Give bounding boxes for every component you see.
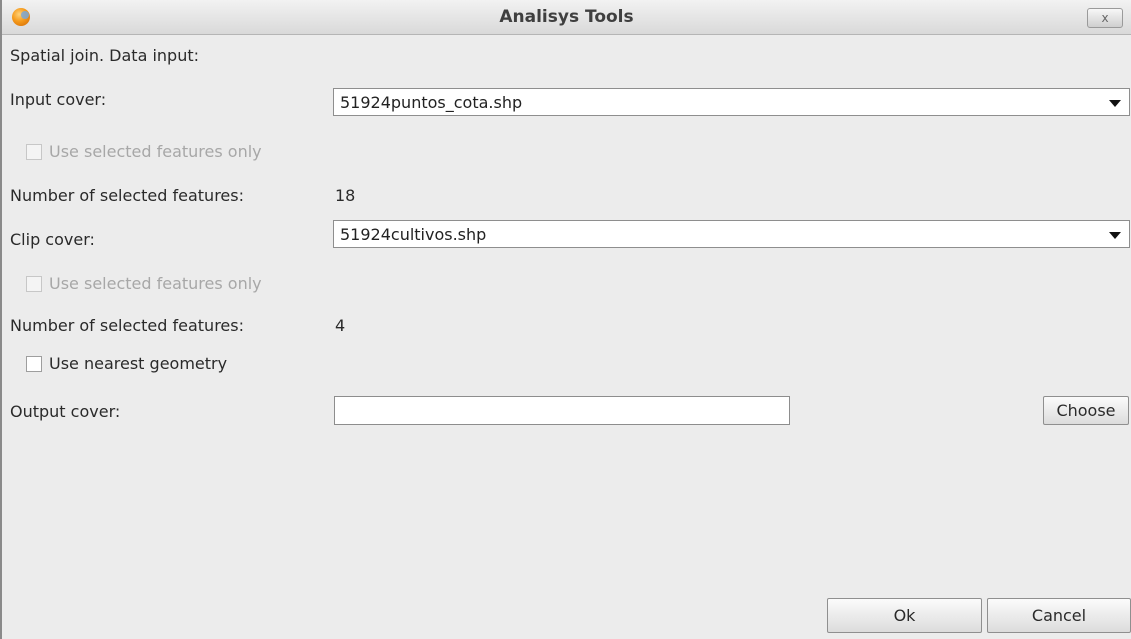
use-nearest-geometry-label: Use nearest geometry [49,354,228,373]
clip-selected-count-value: 4 [335,316,346,335]
dialog-content: Spatial join. Data input: Input cover: 5… [2,34,1131,639]
cancel-button[interactable]: Cancel [987,598,1131,633]
input-use-selected-checkbox[interactable] [26,144,42,160]
output-cover-label: Output cover: [10,402,121,421]
window-title: Analisys Tools [499,7,634,27]
use-nearest-geometry-checkbox[interactable] [26,356,42,372]
form-heading: Spatial join. Data input: [10,46,199,65]
analysis-tools-dialog: Analisys Tools x Spatial join. Data inpu… [0,0,1131,639]
clip-cover-select[interactable]: 51924cultivos.shp [333,220,1130,248]
choose-button[interactable]: Choose [1043,396,1129,425]
clip-cover-label: Clip cover: [10,230,95,249]
input-cover-select[interactable]: 51924puntos_cota.shp [333,88,1130,116]
input-cover-label: Input cover: [10,90,107,109]
input-selected-count-value: 18 [335,186,356,205]
window-titlebar[interactable]: Analisys Tools x [2,0,1131,35]
chevron-down-icon[interactable] [1109,100,1121,107]
ok-button[interactable]: Ok [827,598,982,633]
clip-selected-count-label: Number of selected features: [10,316,244,335]
clip-use-selected-checkbox[interactable] [26,276,42,292]
clip-cover-value: 51924cultivos.shp [340,225,487,244]
close-button[interactable]: x [1087,8,1123,28]
input-cover-value: 51924puntos_cota.shp [340,93,523,112]
clip-use-selected-label: Use selected features only [49,274,262,293]
output-cover-input[interactable] [334,396,790,425]
input-selected-count-label: Number of selected features: [10,186,244,205]
input-use-selected-label: Use selected features only [49,142,262,161]
chevron-down-icon[interactable] [1109,232,1121,239]
